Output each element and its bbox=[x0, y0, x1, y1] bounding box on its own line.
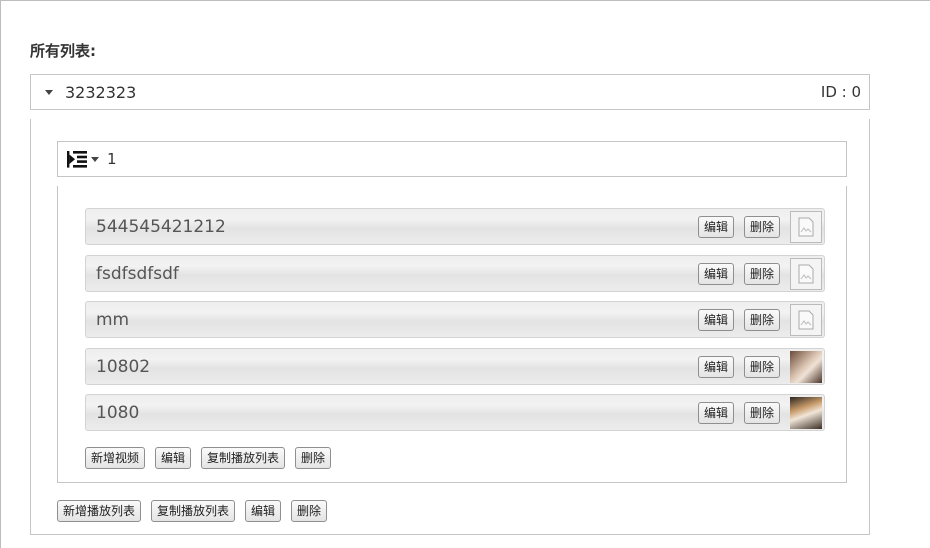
video-title: 1080 bbox=[96, 402, 140, 423]
video-thumbnail bbox=[790, 396, 822, 429]
add-video-button[interactable]: 新增视频 bbox=[85, 447, 146, 469]
video-thumbnail bbox=[790, 350, 822, 383]
video-row[interactable]: 544545421212 编辑 删除 bbox=[85, 208, 825, 245]
sublist-name: 1 bbox=[107, 150, 117, 168]
edit-video-button[interactable]: 编辑 bbox=[697, 401, 734, 424]
video-title: 10802 bbox=[96, 356, 151, 377]
video-row[interactable]: fsdfsdfsdf 编辑 删除 bbox=[85, 255, 825, 292]
page-title: 所有列表: bbox=[30, 42, 96, 60]
video-row[interactable]: mm 编辑 删除 bbox=[85, 301, 825, 338]
add-playlist-button[interactable]: 新增播放列表 bbox=[57, 500, 142, 522]
broken-image-icon bbox=[790, 257, 822, 290]
caret-down-icon bbox=[45, 89, 53, 95]
video-row[interactable]: 1080 编辑 删除 bbox=[85, 394, 825, 431]
edit-video-button[interactable]: 编辑 bbox=[697, 215, 734, 238]
sublist-actions: 新增视频 编辑 复制播放列表 删除 bbox=[85, 447, 332, 469]
edit-video-button[interactable]: 编辑 bbox=[697, 355, 734, 378]
edit-sublist-button[interactable]: 编辑 bbox=[155, 447, 192, 469]
playlist-name: 3232323 bbox=[65, 82, 137, 102]
caret-down-icon bbox=[91, 156, 99, 162]
delete-video-button[interactable]: 删除 bbox=[743, 215, 780, 238]
delete-video-button[interactable]: 删除 bbox=[743, 308, 780, 331]
video-row[interactable]: 10802 编辑 删除 bbox=[85, 348, 825, 385]
delete-playlist-button[interactable]: 删除 bbox=[291, 500, 328, 522]
video-title: mm bbox=[96, 309, 130, 330]
delete-video-button[interactable]: 删除 bbox=[743, 401, 780, 424]
playlist-accordion-header[interactable]: 3232323 ID : 0 bbox=[30, 74, 870, 110]
outdent-list-icon[interactable] bbox=[66, 150, 88, 168]
playlist-id: ID : 0 bbox=[820, 83, 861, 101]
edit-video-button[interactable]: 编辑 bbox=[697, 262, 734, 285]
delete-video-button[interactable]: 删除 bbox=[743, 262, 780, 285]
edit-video-button[interactable]: 编辑 bbox=[697, 308, 734, 331]
video-title: fsdfsdfsdf bbox=[96, 263, 179, 284]
playlist-actions: 新增播放列表 复制播放列表 编辑 删除 bbox=[57, 500, 328, 522]
video-title: 544545421212 bbox=[96, 216, 226, 237]
broken-image-icon bbox=[790, 210, 822, 243]
broken-image-icon bbox=[790, 303, 822, 336]
delete-sublist-button[interactable]: 删除 bbox=[295, 447, 332, 469]
sublist-accordion-header[interactable]: 1 bbox=[57, 141, 847, 177]
copy-playlist-button[interactable]: 复制播放列表 bbox=[151, 500, 236, 522]
delete-video-button[interactable]: 删除 bbox=[743, 355, 780, 378]
edit-playlist-button[interactable]: 编辑 bbox=[245, 500, 282, 522]
copy-sublist-button[interactable]: 复制播放列表 bbox=[201, 447, 286, 469]
